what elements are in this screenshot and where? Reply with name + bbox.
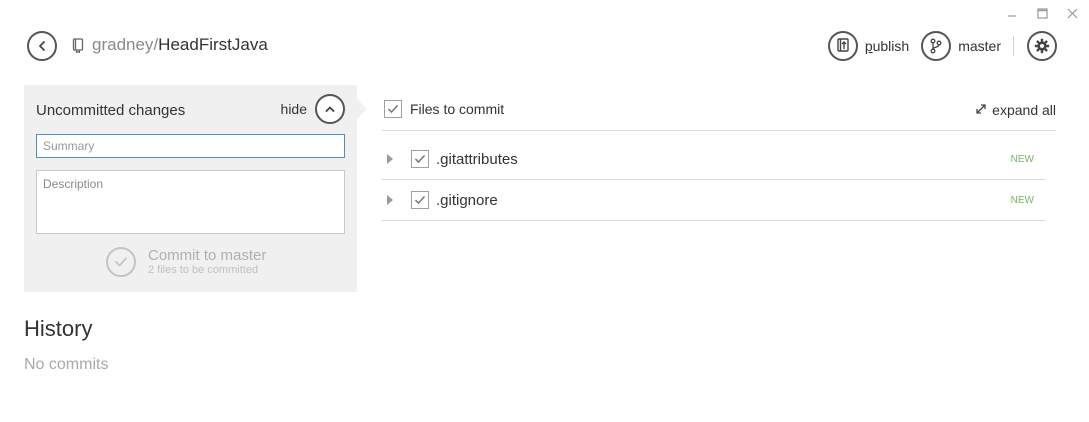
publish-label: publish [864,38,910,54]
hide-panel-button[interactable]: hide [281,94,345,124]
close-icon[interactable] [1065,6,1079,20]
file-name: .gitattributes [436,151,518,168]
files-to-commit-label: Files to commit [410,101,505,117]
summary-input[interactable] [36,134,345,158]
toolbar-divider [1013,36,1014,56]
history-empty-text: No commits [24,356,109,373]
repository-title: gradney / HeadFirstJava [72,35,268,55]
settings-button[interactable] [1027,31,1057,61]
checkmark-icon [106,247,136,277]
expand-arrows-icon [975,102,987,118]
expand-all-label: expand all [992,102,1056,118]
commit-sublabel: 2 files to be committed [148,264,259,276]
back-button[interactable] [27,31,57,61]
maximize-icon[interactable] [1035,6,1049,20]
commit-button-text: Commit to master 2 files to be committed [148,248,266,276]
branch-icon [921,31,952,61]
hide-label: hide [280,101,307,117]
file-checkbox[interactable] [411,150,429,168]
select-all-checkbox[interactable] [384,100,402,118]
uncommitted-changes-panel: Uncommitted changes hide Commit to maste… [24,85,367,292]
repository-owner: gradney [92,35,154,54]
chevron-up-icon [315,94,345,124]
branch-label: master [958,38,1001,54]
files-header: Files to commit expand all [382,97,1056,131]
commit-button[interactable]: Commit to master 2 files to be committed [106,247,266,277]
branch-button[interactable]: master [921,31,1001,61]
file-row[interactable]: .gitignore NEW [382,180,1046,221]
file-status-badge: NEW [1010,154,1034,165]
chevron-left-icon [36,40,48,52]
file-name: .gitignore [436,192,498,209]
commit-label: Commit to master [148,247,267,264]
file-row[interactable]: .gitattributes NEW [382,139,1046,180]
file-status-badge: NEW [1010,195,1034,206]
gear-icon [1034,38,1050,54]
window-controls [1005,6,1079,20]
minimize-icon[interactable] [1005,6,1019,20]
panel-title: Uncommitted changes [36,102,186,119]
description-input[interactable] [36,170,345,234]
caret-right-icon[interactable] [386,152,394,170]
publish-button[interactable]: publish [827,31,910,61]
expand-all-button[interactable]: expand all [975,102,1056,118]
publish-icon [827,31,858,61]
toolbar: publish master [827,31,1057,61]
caret-right-icon[interactable] [386,193,394,211]
repository-name: HeadFirstJava [158,35,268,54]
select-all-files[interactable]: Files to commit [384,100,504,118]
history-title: History [24,316,93,341]
panel-pointer [357,99,367,119]
repository-icon [72,37,84,53]
file-checkbox[interactable] [411,191,429,209]
